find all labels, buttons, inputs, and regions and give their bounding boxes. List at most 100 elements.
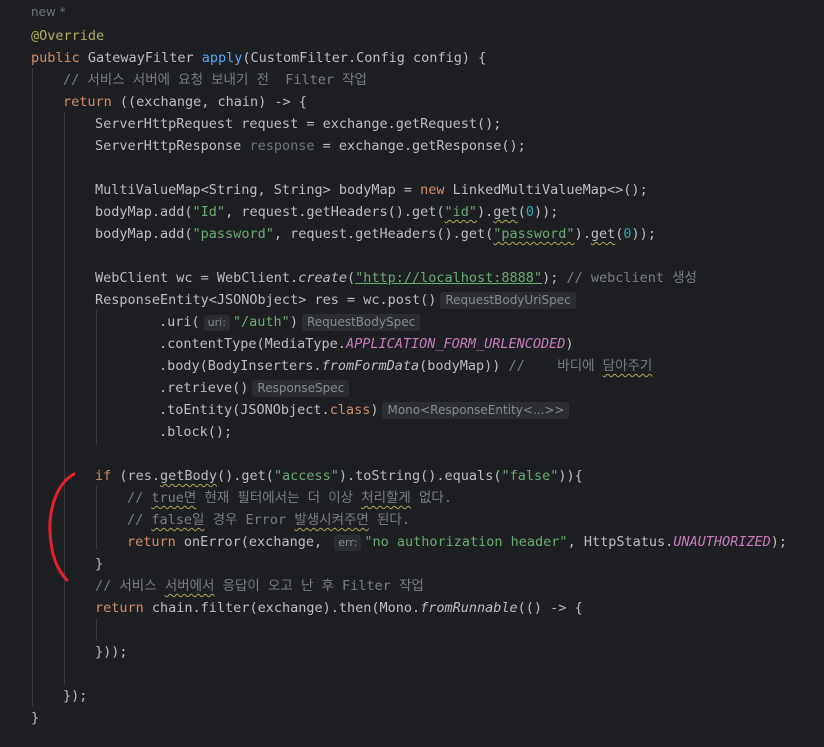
type-hint: Mono<ResponseEntity<...>> <box>382 402 570 419</box>
code-line[interactable]: return onError(exchange, err: "no authori… <box>127 531 787 553</box>
code-editor[interactable]: new * @Override public GatewayFilter app… <box>0 0 824 747</box>
code-text: (bodyMap)) <box>419 358 509 374</box>
code-text: bodyMap.add( <box>95 204 193 220</box>
code-line[interactable]: return ((exchange, chain) -> { <box>63 91 307 113</box>
code-line[interactable]: // 서비스 서버에서 응답이 오고 난 후 Filter 작업 <box>95 575 424 597</box>
method-params: (CustomFilter.Config config) { <box>242 50 487 66</box>
code-text: ServerHttpRequest request = exchange.get… <box>95 116 502 132</box>
code-line[interactable]: if (res.getBody().get("access").toString… <box>95 465 583 487</box>
code-line[interactable]: public GatewayFilter apply(CustomFilter.… <box>31 47 486 69</box>
code-line[interactable]: @Override <box>31 25 104 47</box>
code-text: , request.getHeaders().get( <box>225 204 445 220</box>
code-text: } <box>31 710 40 726</box>
indent-guide <box>96 618 97 640</box>
constant: APPLICATION_FORM_URLENCODED <box>345 336 566 352</box>
comment-typo: 서버에서 <box>164 578 215 594</box>
code-line[interactable]: ServerHttpRequest request = exchange.get… <box>95 113 501 135</box>
code-line[interactable]: WebClient wc = WebClient.create("http://… <box>95 267 697 289</box>
code-text: )); <box>533 204 559 220</box>
code-line[interactable]: ServerHttpResponse response = exchange.g… <box>95 135 526 157</box>
code-text: onError(exchange, <box>175 534 331 550</box>
url-string[interactable]: "http://localhost:8888" <box>355 270 542 286</box>
method-call: get <box>493 204 518 220</box>
parameter-hint: err: <box>334 535 362 551</box>
code-text: ).toString().equals( <box>338 468 502 484</box>
comment: // <box>127 490 152 506</box>
code-line[interactable]: .contentType(MediaType.APPLICATION_FORM_… <box>159 333 574 355</box>
code-text: })); <box>95 644 128 660</box>
code-line[interactable]: // 서비스 서버에 요청 보내기 전 Filter 작업 <box>63 69 367 91</box>
code-text: , request.getHeaders().get( <box>273 226 494 242</box>
comment-typo: false일 <box>151 512 205 528</box>
code-text: )); <box>631 226 656 242</box>
type-hint: RequestBodySpec <box>301 314 421 331</box>
code-line[interactable]: } <box>31 707 39 729</box>
code-line[interactable]: } <box>95 553 103 575</box>
code-text: .contentType(MediaType. <box>159 336 346 352</box>
code-line[interactable]: MultiValueMap<String, String> bodyMap = … <box>95 179 648 201</box>
number-literal: 0 <box>623 226 632 242</box>
code-line[interactable]: // false일 경우 Error 발생시켜주면 된다. <box>127 509 410 531</box>
return-type: GatewayFilter <box>87 50 194 66</box>
comment: // 바디에 <box>508 358 603 374</box>
comment-typo: 처리할게 <box>361 490 411 506</box>
code-text: chain.filter(exchange).then(Mono. <box>143 600 421 616</box>
code-line[interactable]: .uri(uri: "/auth") RequestBodySpec <box>159 311 421 333</box>
string-literal: "false" <box>501 468 559 484</box>
string-literal: "access" <box>273 468 339 484</box>
code-text: .uri( <box>159 314 200 330</box>
code-text: ( <box>346 270 356 286</box>
indent-guide <box>32 68 33 706</box>
code-text: ); <box>542 270 567 286</box>
unused-variable: response <box>249 138 315 154</box>
keyword: public <box>31 50 80 66</box>
code-line[interactable]: ResponseEntity<JSONObject> res = wc.post… <box>95 289 576 311</box>
comment: // 서비스 <box>95 578 165 594</box>
code-text: , HttpStatus. <box>567 534 674 550</box>
red-bracket-icon <box>48 472 76 582</box>
string-literal: "/auth" <box>232 314 290 330</box>
keyword: if <box>95 468 112 484</box>
comment: 없다. <box>410 490 452 506</box>
string-literal: "password" <box>192 226 274 242</box>
code-line[interactable]: return chain.filter(exchange).then(Mono.… <box>95 597 583 619</box>
code-line[interactable]: .body(BodyInserters.fromFormData(bodyMap… <box>159 355 652 377</box>
comment-typo: 발생시켜주면 <box>294 512 369 528</box>
code-text: ) <box>289 314 298 330</box>
code-text: ); <box>770 534 788 550</box>
code-text: MultiValueMap<String, String> bodyMap = <box>95 182 421 198</box>
code-line[interactable]: // true면 현재 필터에서는 더 이상 처리할게 없다. <box>127 487 452 509</box>
code-line[interactable]: }); <box>63 685 87 707</box>
method-name: apply <box>201 50 243 66</box>
static-method: fromFormData <box>321 358 420 374</box>
keyword: return <box>95 600 144 616</box>
code-line[interactable]: .block(); <box>159 421 232 443</box>
string-literal: "id" <box>444 204 478 220</box>
code-line[interactable]: .retrieve() ResponseSpec <box>159 377 350 399</box>
comment-typo: 담아주기 <box>602 358 653 374</box>
static-method: create <box>298 270 347 286</box>
code-text: ). <box>477 204 494 220</box>
code-text: .body(BodyInserters. <box>159 358 322 374</box>
code-text: ) <box>370 402 379 418</box>
code-line[interactable]: .toEntity(JSONObject.class) Mono<Response… <box>159 399 570 421</box>
code-text: bodyMap.add( <box>95 226 193 242</box>
keyword: new <box>420 182 445 198</box>
string-literal: "Id" <box>192 204 226 220</box>
indent-guide <box>96 486 97 550</box>
string-literal: "password" <box>493 226 575 242</box>
code-text: WebClient wc = WebClient. <box>95 270 299 286</box>
comment: // <box>127 512 152 528</box>
code-line[interactable]: bodyMap.add("password", request.getHeade… <box>95 223 656 245</box>
code-line[interactable]: })); <box>95 641 128 663</box>
type-hint: RequestBodyUriSpec <box>440 292 576 309</box>
code-text: )){ <box>558 468 583 484</box>
method-call: getBody <box>160 468 217 484</box>
annotation: @Override <box>31 28 105 44</box>
code-text: .retrieve() <box>159 380 249 396</box>
code-line[interactable]: bodyMap.add("Id", request.getHeaders().g… <box>95 201 558 223</box>
indent-guide <box>96 310 97 444</box>
constant: UNAUTHORIZED <box>673 534 771 550</box>
code-text: (res. <box>111 468 161 484</box>
method-call: get <box>590 226 616 242</box>
